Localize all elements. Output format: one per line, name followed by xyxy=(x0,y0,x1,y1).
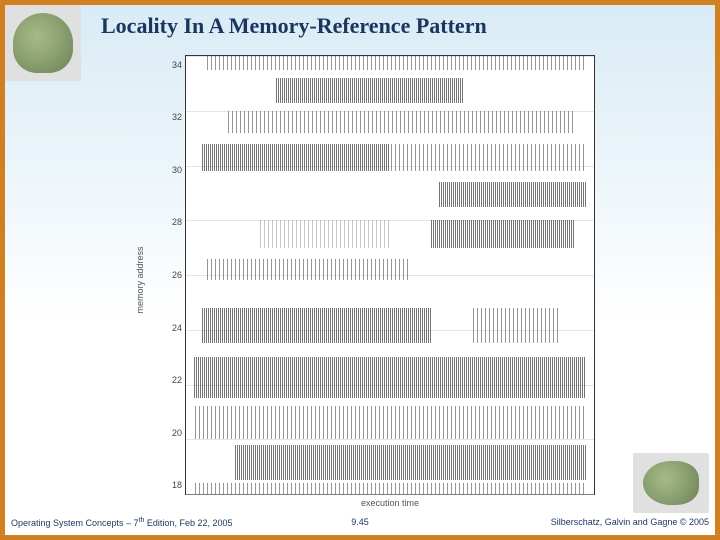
y-tick: 22 xyxy=(172,375,182,385)
y-tick: 26 xyxy=(172,270,182,280)
chart-container: memory address 34 32 30 28 26 24 22 20 1… xyxy=(185,55,595,495)
x-axis-label: execution time xyxy=(361,498,419,508)
dinosaur-top-badge xyxy=(5,5,81,81)
y-tick: 32 xyxy=(172,112,182,122)
y-tick: 28 xyxy=(172,217,182,227)
y-tick: 24 xyxy=(172,323,182,333)
page-number: 9.45 xyxy=(351,517,369,527)
footer-left: Operating System Concepts – 7th Edition,… xyxy=(11,517,232,528)
dinosaur-icon xyxy=(643,461,699,505)
y-tick: 34 xyxy=(172,60,182,70)
y-axis: 34 32 30 28 26 24 22 20 18 xyxy=(162,56,186,494)
dinosaur-bottom-badge xyxy=(633,453,709,513)
y-axis-label: memory address xyxy=(135,246,145,313)
slide-frame: Locality In A Memory-Reference Pattern m… xyxy=(0,0,720,540)
y-tick: 20 xyxy=(172,428,182,438)
y-tick: 30 xyxy=(172,165,182,175)
slide-footer: Operating System Concepts – 7th Edition,… xyxy=(11,513,709,531)
dinosaur-icon xyxy=(13,13,73,73)
footer-right: Silberschatz, Galvin and Gagne © 2005 xyxy=(551,517,709,527)
slide-title: Locality In A Memory-Reference Pattern xyxy=(101,13,487,39)
scatter-plot xyxy=(186,56,594,494)
y-tick: 18 xyxy=(172,480,182,490)
